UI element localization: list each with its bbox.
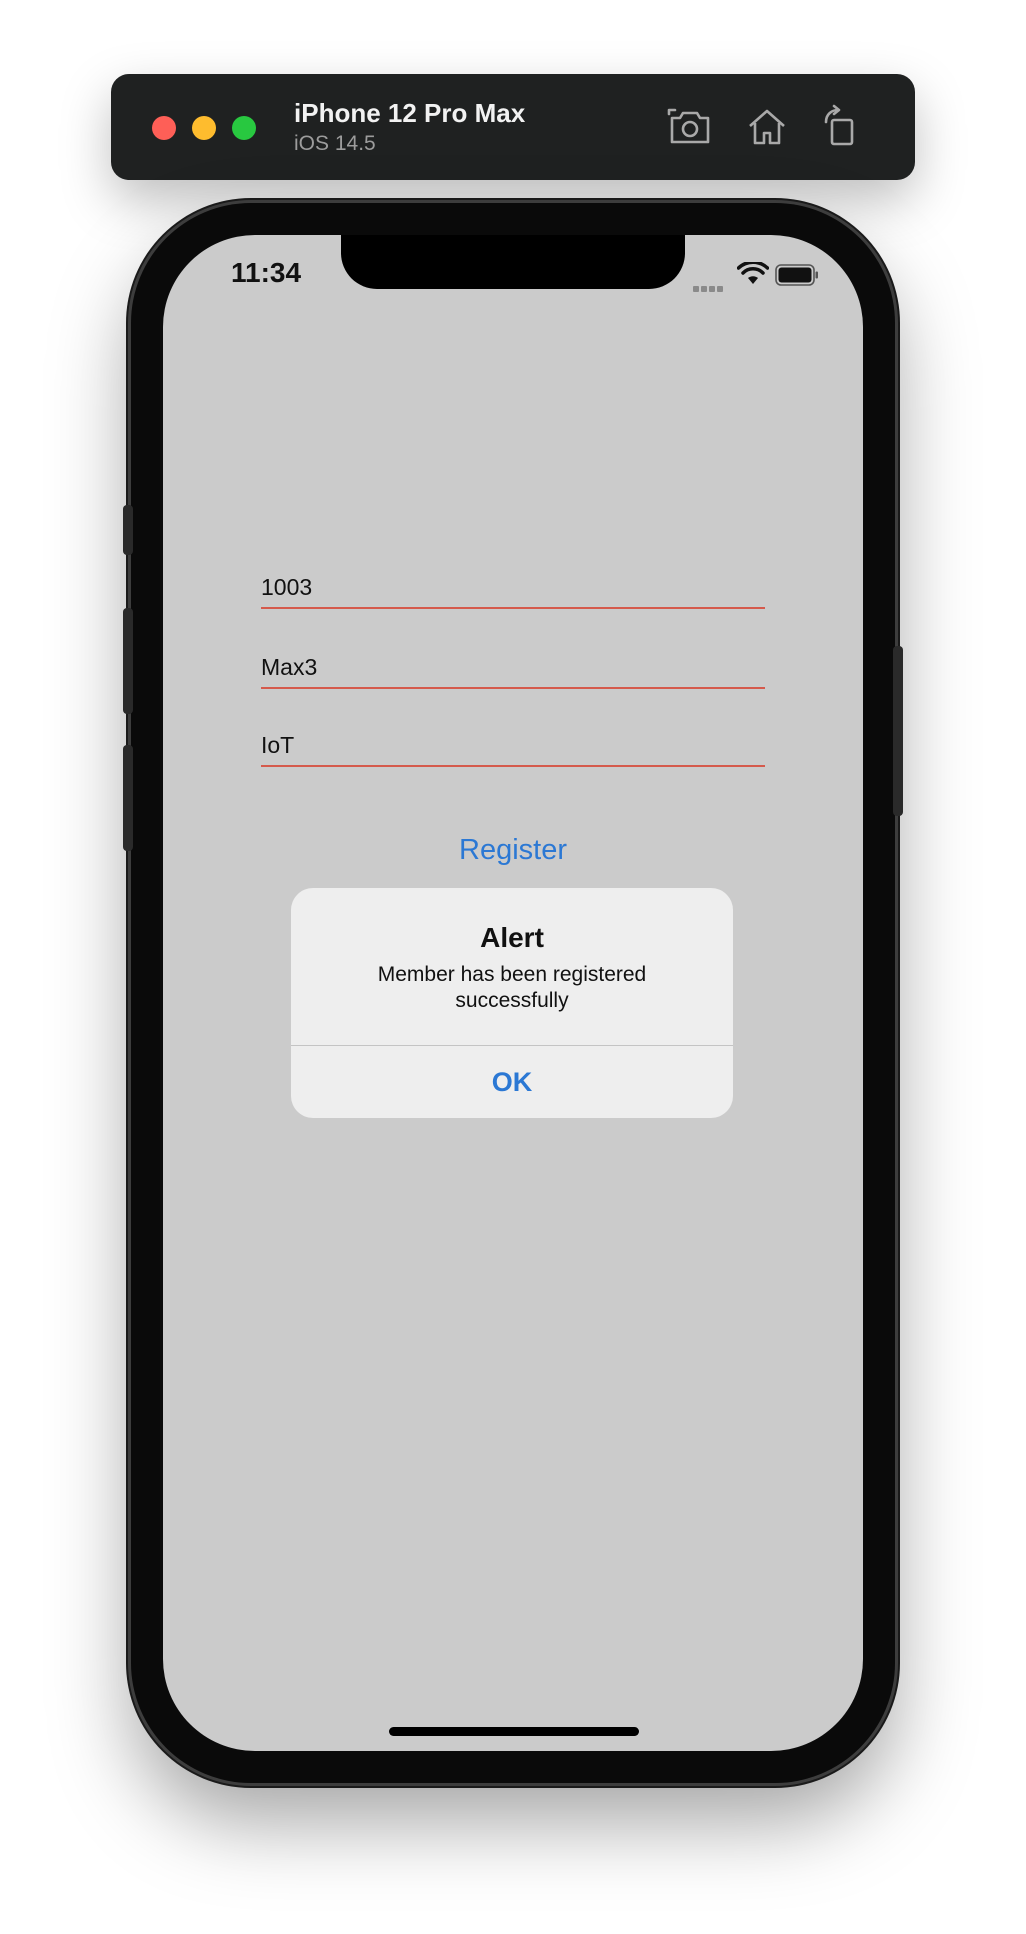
rotate-icon[interactable] bbox=[818, 104, 864, 150]
member-id-field[interactable]: 1003 bbox=[261, 561, 765, 609]
zoom-window-button[interactable] bbox=[232, 116, 256, 140]
battery-icon bbox=[775, 264, 818, 286]
member-name-field[interactable]: Max3 bbox=[261, 641, 765, 689]
member-group-value: IoT bbox=[261, 732, 295, 758]
alert-ok-button[interactable]: OK bbox=[291, 1046, 733, 1118]
screenshot-icon[interactable] bbox=[667, 104, 713, 150]
phone-screen: 11:34 1003 Max3 IoT Register Alert Membe… bbox=[163, 235, 863, 1751]
power-button bbox=[893, 646, 903, 816]
alert-message: Member has been registered successfully bbox=[377, 963, 647, 1012]
simulator-toolbar: iPhone 12 Pro Max iOS 14.5 bbox=[111, 74, 915, 180]
device-name: iPhone 12 Pro Max bbox=[294, 98, 526, 128]
alert-dialog: Alert Member has been registered success… bbox=[291, 888, 733, 1118]
member-name-value: Max3 bbox=[261, 654, 318, 680]
member-id-value: 1003 bbox=[261, 574, 313, 600]
mute-switch bbox=[123, 505, 133, 555]
home-icon[interactable] bbox=[744, 104, 790, 150]
register-button[interactable]: Register bbox=[413, 827, 613, 871]
os-version: iOS 14.5 bbox=[294, 132, 376, 155]
volume-up-button bbox=[123, 608, 133, 714]
alert-title: Alert bbox=[480, 922, 544, 953]
member-group-field[interactable]: IoT bbox=[261, 719, 765, 767]
home-indicator[interactable] bbox=[389, 1727, 639, 1736]
status-time: 11:34 bbox=[231, 257, 302, 288]
minimize-window-button[interactable] bbox=[192, 116, 216, 140]
close-window-button[interactable] bbox=[152, 116, 176, 140]
wifi-icon bbox=[737, 262, 769, 284]
cellular-signal-icon bbox=[693, 279, 727, 292]
notch bbox=[341, 235, 685, 289]
volume-down-button bbox=[123, 745, 133, 851]
